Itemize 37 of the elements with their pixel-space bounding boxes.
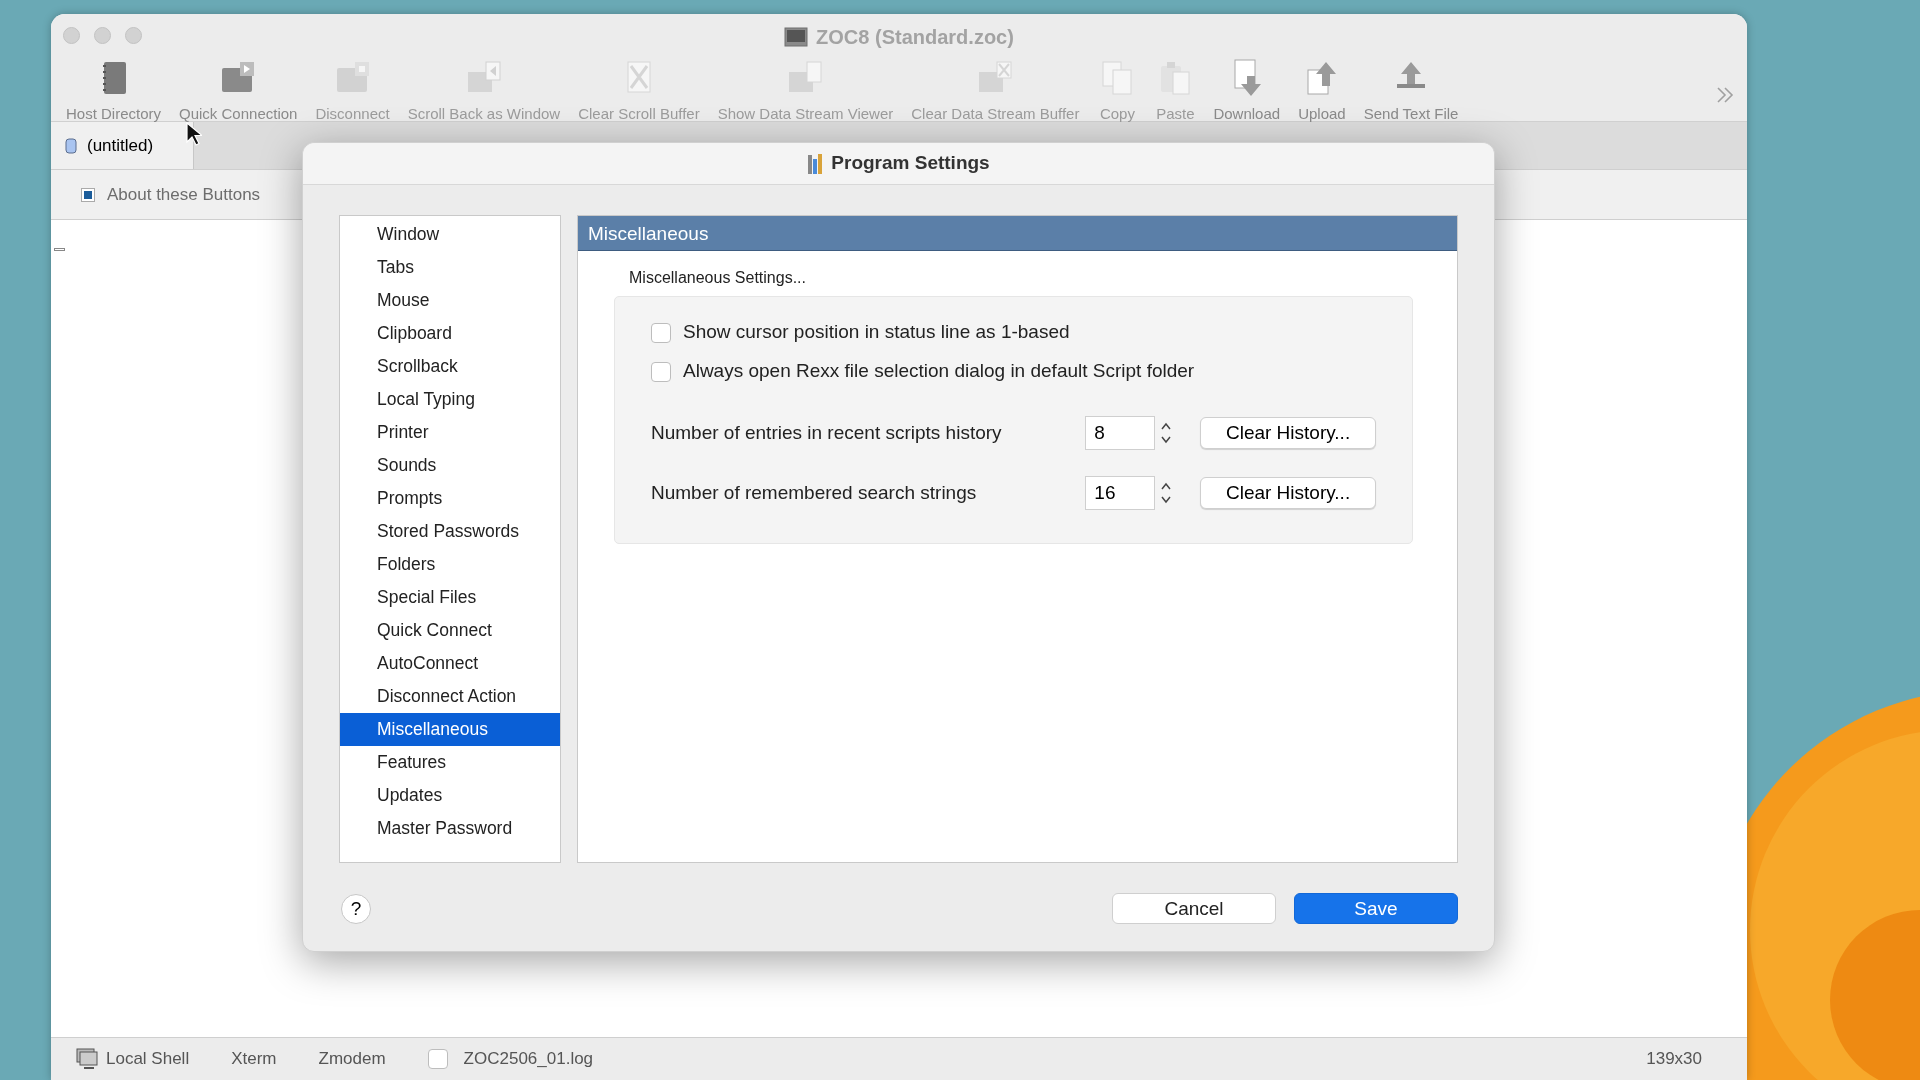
number-field[interactable]: 8: [1085, 416, 1156, 450]
save-button[interactable]: Save: [1294, 893, 1458, 924]
checkbox[interactable]: [651, 322, 671, 343]
log-file-label: ZOC2506_01.log: [463, 1048, 594, 1071]
window-title: ZOC8 (Standard.zoc): [816, 25, 1014, 50]
clear-history-button[interactable]: Clear History...: [1200, 477, 1376, 509]
checkbox[interactable]: [427, 1049, 448, 1069]
text-cursor: [54, 248, 65, 251]
settings-category[interactable]: Miscellaneous: [340, 713, 560, 746]
help-button[interactable]: ?: [341, 893, 371, 924]
stepper-icon[interactable]: [1159, 480, 1174, 506]
minimize-button[interactable]: [94, 27, 111, 44]
monitor-icon: [76, 1048, 98, 1070]
setting-label: Number of entries in recent scripts history: [651, 420, 1003, 445]
stepper-icon[interactable]: [1159, 420, 1174, 446]
status-item[interactable]: Zmodem: [318, 1046, 386, 1072]
group-label: Miscellaneous Settings...: [629, 268, 807, 288]
session-icon: [65, 137, 77, 154]
status-item[interactable]: Xterm: [231, 1046, 277, 1072]
close-button[interactable]: [63, 27, 80, 44]
tab[interactable]: (untitled): [51, 122, 195, 169]
number-field[interactable]: 16: [1085, 476, 1156, 510]
cancel-button[interactable]: Cancel: [1112, 893, 1276, 924]
terminal-size: 139x30: [1646, 1048, 1702, 1071]
mouse-pointer-icon: [186, 122, 202, 146]
user-button[interactable]: About these Buttons: [75, 180, 267, 209]
terminal-icon: [784, 27, 809, 47]
dialog-title: Program Settings: [831, 151, 990, 176]
checkbox-label: Always open Rexx file selection dialog in default Script folder: [683, 359, 1195, 384]
zoom-button[interactable]: [125, 27, 142, 44]
setting-label: Number of remembered search strings: [651, 480, 978, 505]
panel-header: Miscellaneous: [578, 216, 1457, 251]
clear-history-button[interactable]: Clear History...: [1200, 417, 1376, 449]
checkbox-label: Show cursor position in status line as 1-based: [683, 320, 1070, 345]
square-icon: [81, 187, 95, 202]
checkbox[interactable]: [651, 361, 671, 382]
status-item[interactable]: Local Shell: [106, 1046, 190, 1072]
